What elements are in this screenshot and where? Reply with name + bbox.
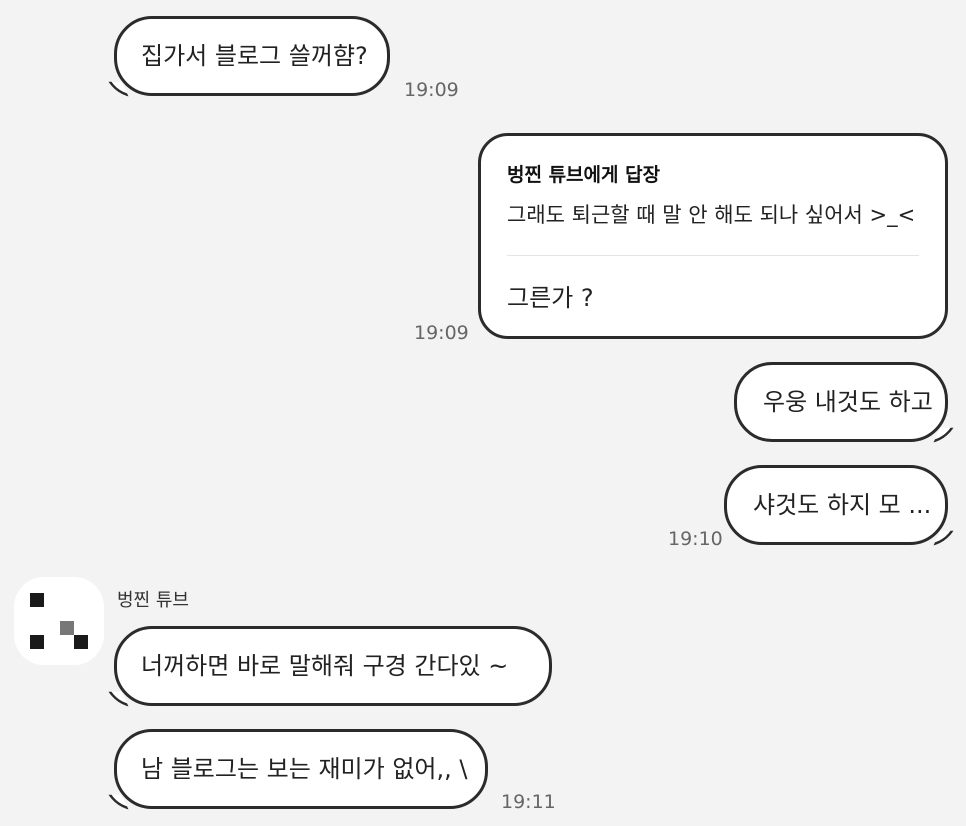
message-timestamp: 19:11 xyxy=(501,791,556,813)
profile-avatar[interactable] xyxy=(14,577,104,665)
message-bubble[interactable]: 우웅 내것도 하고 xyxy=(734,362,948,442)
message-text: 집가서 블로그 쓸꺼햠? xyxy=(141,41,368,70)
message-bubble[interactable]: 샤것도 하지 모 ... xyxy=(724,465,948,545)
message-timestamp: 19:09 xyxy=(404,79,459,101)
message-text: 너꺼하면 바로 말해줘 구경 간다있 ~ xyxy=(141,651,509,680)
reply-message-bubble[interactable]: 벙찐 튜브에게 답장 그래도 퇴근할 때 말 안 해도 되나 싶어서 >_< 그… xyxy=(478,133,948,339)
reply-divider xyxy=(507,255,919,256)
reply-quoted-text[interactable]: 그래도 퇴근할 때 말 안 해도 되나 싶어서 >_< xyxy=(507,199,919,229)
message-timestamp: 19:10 xyxy=(668,528,723,550)
message-text: 우웅 내것도 하고 xyxy=(763,387,933,416)
message-bubble[interactable]: 집가서 블로그 쓸꺼햠? xyxy=(114,16,390,96)
message-bubble[interactable]: 너꺼하면 바로 말해줘 구경 간다있 ~ xyxy=(114,626,552,706)
reply-target-name: 벙찐 튜브에게 답장 xyxy=(507,164,661,186)
message-text: 샤것도 하지 모 ... xyxy=(753,490,932,519)
sender-name: 벙찐 튜브 xyxy=(117,590,189,611)
message-text: 남 블로그는 보는 재미가 없어,, \ xyxy=(141,754,468,783)
message-timestamp: 19:09 xyxy=(414,322,469,344)
message-text: 그른가 ? xyxy=(507,284,594,312)
message-bubble[interactable]: 남 블로그는 보는 재미가 없어,, \ xyxy=(114,729,488,809)
